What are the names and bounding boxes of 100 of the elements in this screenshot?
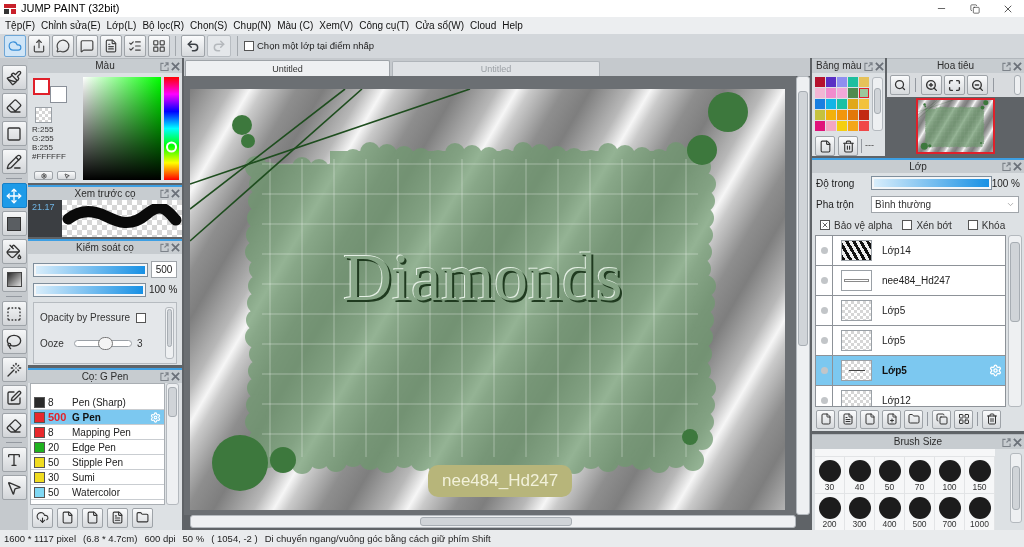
tool-button[interactable] bbox=[1, 239, 27, 264]
palette-swatch[interactable] bbox=[848, 88, 858, 98]
toolbar-button[interactable] bbox=[181, 35, 205, 57]
brush-size-option[interactable]: 30 bbox=[815, 456, 845, 493]
brush-size-option[interactable]: 400 bbox=[875, 493, 905, 530]
palette-swatch[interactable] bbox=[837, 77, 847, 87]
transparent-color-swatch[interactable] bbox=[35, 107, 52, 123]
palette-swatch[interactable] bbox=[815, 99, 825, 109]
menu-item[interactable]: Bộ lọc(R) bbox=[139, 19, 188, 32]
checkbox[interactable] bbox=[902, 220, 913, 230]
scrollbar-thumb[interactable] bbox=[420, 517, 572, 526]
foreground-color-swatch[interactable] bbox=[33, 78, 50, 95]
tool-button[interactable] bbox=[1, 267, 27, 292]
palette-swatch[interactable] bbox=[837, 99, 847, 109]
undock-icon[interactable] bbox=[1002, 61, 1011, 71]
toolbar-button[interactable] bbox=[52, 35, 74, 57]
layer-action-button[interactable] bbox=[982, 409, 1001, 429]
palette-swatch[interactable] bbox=[826, 88, 836, 98]
scrollbar-thumb[interactable] bbox=[1010, 242, 1020, 322]
tool-button[interactable] bbox=[1, 413, 27, 438]
scrollbar-thumb[interactable] bbox=[168, 387, 177, 417]
tool-button[interactable] bbox=[1, 357, 27, 382]
undock-icon[interactable] bbox=[160, 372, 169, 381]
close-icon[interactable] bbox=[171, 243, 180, 252]
toolbar-button[interactable] bbox=[28, 35, 50, 57]
tool-button[interactable] bbox=[1, 65, 27, 90]
scrollbar-thumb[interactable] bbox=[166, 309, 173, 347]
brush-size-option[interactable]: 100 bbox=[935, 456, 965, 493]
close-icon[interactable] bbox=[1013, 61, 1022, 71]
brush-list-item[interactable]: 500 G Pen bbox=[31, 410, 164, 425]
palette-swatch[interactable] bbox=[848, 121, 858, 131]
palette-swatch[interactable] bbox=[815, 110, 825, 120]
tool-button[interactable] bbox=[1, 121, 27, 146]
background-color-swatch[interactable] bbox=[50, 86, 67, 103]
color-pick-button[interactable] bbox=[57, 171, 76, 180]
layer-action-button[interactable] bbox=[838, 409, 857, 429]
vertical-scrollbar[interactable] bbox=[1008, 235, 1022, 407]
vertical-scrollbar[interactable] bbox=[165, 307, 174, 359]
vertical-scrollbar[interactable] bbox=[166, 383, 179, 505]
brush-size-option[interactable]: 40 bbox=[845, 456, 875, 493]
blend-mode-select[interactable]: Bình thường bbox=[871, 195, 1019, 213]
tool-button[interactable] bbox=[1, 447, 27, 472]
brush-list-item[interactable]: 50 Stipple Pen bbox=[31, 455, 164, 470]
brush-action-button[interactable] bbox=[82, 507, 103, 528]
vertical-scrollbar[interactable] bbox=[872, 77, 883, 131]
ooze-slider[interactable] bbox=[74, 340, 132, 347]
palette-swatch[interactable] bbox=[826, 77, 836, 87]
hue-thumb[interactable] bbox=[166, 141, 177, 153]
document-tab[interactable]: Untitled bbox=[185, 60, 390, 76]
tool-button[interactable] bbox=[1, 385, 27, 410]
checkbox[interactable] bbox=[820, 220, 830, 230]
checkbox[interactable] bbox=[244, 41, 254, 51]
brush-list-item[interactable]: 8 Pen (Sharp) bbox=[31, 395, 164, 410]
brush-action-button[interactable] bbox=[132, 507, 153, 528]
palette-swatch[interactable] bbox=[859, 121, 869, 131]
toolbar-overflow-handle[interactable] bbox=[1014, 75, 1021, 95]
layer-row[interactable]: nee484_Hd247 bbox=[816, 266, 1005, 296]
layer-row[interactable]: Lớp5 bbox=[816, 356, 1005, 386]
undock-icon[interactable] bbox=[160, 243, 169, 252]
horizontal-scrollbar[interactable] bbox=[190, 515, 796, 528]
tool-button[interactable] bbox=[1, 475, 27, 500]
menu-item[interactable]: Công cụ(T) bbox=[356, 19, 413, 32]
zoom-in-button[interactable] bbox=[921, 75, 942, 95]
brush-action-button[interactable] bbox=[107, 507, 128, 528]
brush-size-option[interactable]: 500 bbox=[905, 493, 935, 530]
close-icon[interactable] bbox=[171, 61, 180, 71]
palette-swatch[interactable] bbox=[837, 121, 847, 131]
close-icon[interactable] bbox=[171, 189, 180, 198]
menu-item[interactable]: Cloud bbox=[467, 19, 500, 32]
layer-action-button[interactable] bbox=[882, 409, 901, 429]
close-icon[interactable] bbox=[1013, 162, 1022, 171]
palette-swatch[interactable] bbox=[837, 88, 847, 98]
menu-item[interactable]: Chỉnh sửa(E) bbox=[38, 19, 104, 32]
close-icon[interactable] bbox=[874, 61, 884, 71]
actual-size-button[interactable] bbox=[890, 75, 910, 95]
undock-icon[interactable] bbox=[863, 61, 873, 71]
brush-size-option[interactable]: 1000 bbox=[965, 493, 995, 530]
gear-icon[interactable] bbox=[150, 411, 161, 423]
menu-item[interactable]: Chụp(N) bbox=[230, 19, 275, 32]
layer-action-button[interactable] bbox=[954, 409, 973, 429]
tool-button[interactable] bbox=[1, 329, 27, 354]
toolbar-button[interactable] bbox=[148, 35, 170, 57]
brush-list-item[interactable]: 30 Sumi bbox=[31, 470, 164, 485]
slider-thumb[interactable] bbox=[97, 337, 113, 350]
color-mode-button[interactable] bbox=[34, 171, 53, 180]
palette-swatch[interactable] bbox=[826, 121, 836, 131]
menu-item[interactable]: Tệp(F) bbox=[2, 19, 38, 32]
color-picker-field[interactable] bbox=[83, 77, 161, 180]
zoom-out-button[interactable] bbox=[967, 75, 988, 95]
palette-swatch[interactable] bbox=[859, 99, 869, 109]
vertical-scrollbar[interactable] bbox=[1010, 453, 1022, 523]
brush-action-button[interactable] bbox=[57, 507, 78, 528]
palette-swatch[interactable] bbox=[848, 99, 858, 109]
toolbar-button[interactable] bbox=[100, 35, 122, 57]
tool-button[interactable] bbox=[1, 149, 27, 174]
brush-size-option[interactable]: 300 bbox=[845, 493, 875, 530]
palette-swatch[interactable] bbox=[815, 88, 825, 98]
palette-swatch[interactable] bbox=[859, 88, 869, 98]
palette-swatch[interactable] bbox=[815, 77, 825, 87]
scrollbar-thumb[interactable] bbox=[873, 88, 882, 114]
